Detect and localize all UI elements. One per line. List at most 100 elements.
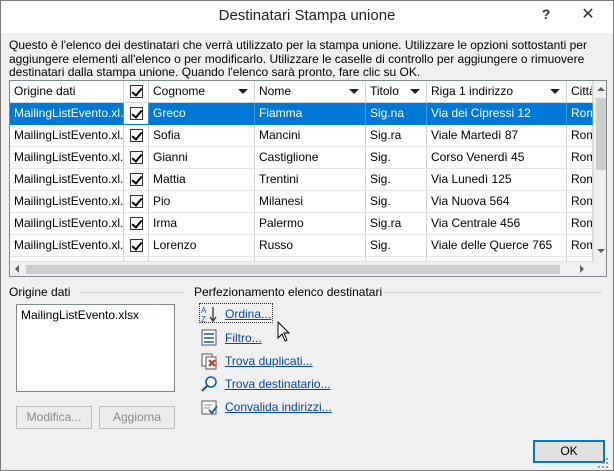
- vertical-scrollbar[interactable]: [593, 81, 606, 261]
- column-header-data-source[interactable]: Origine dati: [10, 81, 124, 103]
- sort-link-item[interactable]: A Z Ordina...: [201, 305, 321, 325]
- find-duplicates-link[interactable]: Trova duplicati...: [225, 354, 313, 368]
- select-all-checkbox[interactable]: [129, 85, 143, 98]
- cell-titolo: Sig.: [366, 147, 427, 169]
- find-duplicates-icon: [201, 353, 217, 370]
- refresh-button[interactable]: Aggiorna: [99, 406, 175, 429]
- column-header-address[interactable]: Riga 1 indirizzo: [427, 81, 567, 103]
- cell-include[interactable]: [124, 191, 149, 213]
- cell-data-source: MailingListEvento.xl...: [10, 191, 124, 213]
- table-row[interactable]: MailingListEvento.xl... Lorenzo Russo Sig. V…: [10, 235, 593, 257]
- column-header-citta[interactable]: Città: [567, 81, 593, 103]
- cell-cognome: Greco: [149, 103, 255, 125]
- cell-include[interactable]: [124, 213, 149, 235]
- cell-nome: Trentini: [255, 169, 366, 191]
- cell-titolo: Sig.ra: [366, 213, 427, 235]
- cell-include[interactable]: [124, 147, 149, 169]
- sort-dropdown-icon[interactable]: [349, 89, 359, 94]
- cell-citta: Rom: [567, 125, 593, 147]
- ok-button[interactable]: OK: [533, 440, 605, 463]
- intro-text: Questo è l'elenco dei destinatari che ve…: [9, 38, 587, 79]
- cell-address: Viale delle Querce 765: [427, 235, 567, 257]
- scroll-thumb[interactable]: [26, 265, 560, 274]
- horizontal-scrollbar[interactable]: [10, 261, 593, 276]
- recipients-grid[interactable]: Origine dati Cognome Nome Titolo Riga 1 …: [9, 80, 607, 277]
- table-row[interactable]: MailingListEvento.xl... Pio Milanesi Sig. Vi…: [10, 191, 593, 213]
- column-header-titolo[interactable]: Titolo: [366, 81, 427, 103]
- scroll-left-icon[interactable]: [15, 265, 19, 273]
- include-checkbox[interactable]: [129, 107, 143, 120]
- include-checkbox[interactable]: [129, 239, 143, 252]
- include-checkbox[interactable]: [129, 173, 143, 186]
- cell-nome: Fiamma: [255, 103, 366, 125]
- column-header-cognome[interactable]: Cognome: [149, 81, 255, 103]
- validate-addresses-link-item[interactable]: Convalida indirizzi...: [201, 398, 351, 418]
- close-button[interactable]: ✕: [565, 1, 611, 31]
- column-header-label: Titolo: [370, 84, 399, 98]
- divider: [384, 292, 602, 293]
- cell-cognome: Irma: [149, 213, 255, 235]
- edit-button[interactable]: Modifica...: [16, 406, 92, 429]
- include-checkbox[interactable]: [129, 129, 143, 142]
- dialog-title: Destinatari Stampa unione: [218, 7, 396, 24]
- column-header-label: Riga 1 indirizzo: [431, 84, 514, 98]
- table-row[interactable]: MailingListEvento.xl... Greco Fiamma Sig.na…: [10, 103, 593, 125]
- table-row[interactable]: MailingListEvento.xl... Mattia Trentini Sig…: [10, 169, 593, 191]
- cell-cognome: Mattia: [149, 169, 255, 191]
- scroll-right-icon[interactable]: [580, 265, 584, 273]
- cell-titolo: Sig.ra: [366, 125, 427, 147]
- cell-address: Viale Martedì 87: [427, 125, 567, 147]
- sort-dropdown-icon[interactable]: [550, 89, 560, 94]
- title-bar: Destinatari Stampa unione ? ✕: [1, 1, 613, 33]
- cell-nome: Palermo: [255, 213, 366, 235]
- filter-link-item[interactable]: Filtro...: [201, 329, 321, 349]
- validate-addresses-link[interactable]: Convalida indirizzi...: [225, 400, 332, 414]
- cell-nome: Mancini: [255, 125, 366, 147]
- filter-link[interactable]: Filtro...: [225, 331, 262, 345]
- cell-include[interactable]: [124, 169, 149, 191]
- cell-citta: Rom: [567, 169, 593, 191]
- column-header-label: Origine dati: [14, 84, 76, 98]
- table-row[interactable]: MailingListEvento.xl... Gianni Castiglione…: [10, 147, 593, 169]
- include-checkbox[interactable]: [129, 195, 143, 208]
- filter-icon: [201, 329, 217, 346]
- include-checkbox[interactable]: [129, 217, 143, 230]
- column-header-select-all[interactable]: [124, 81, 149, 103]
- cell-data-source: MailingListEvento.xl...: [10, 125, 124, 147]
- sort-link[interactable]: Ordina...: [225, 307, 271, 321]
- resize-grip-icon[interactable]: [597, 457, 609, 469]
- cell-data-source: MailingListEvento.xl...: [10, 235, 124, 257]
- scroll-up-icon[interactable]: [597, 87, 605, 91]
- column-header-label: Città: [571, 84, 592, 98]
- cell-address: Via Centrale 456: [427, 213, 567, 235]
- cell-titolo: Sig.na: [366, 103, 427, 125]
- cell-include[interactable]: [124, 103, 149, 125]
- find-recipient-link-item[interactable]: Trova destinatario...: [201, 375, 351, 395]
- column-header-nome[interactable]: Nome: [255, 81, 366, 103]
- cell-titolo: Sig.: [366, 235, 427, 257]
- column-header-label: Nome: [259, 84, 292, 98]
- cell-data-source: MailingListEvento.xl...: [10, 147, 124, 169]
- cell-cognome: Sofia: [149, 125, 255, 147]
- cell-citta: Rom: [567, 235, 593, 257]
- cell-include[interactable]: [124, 125, 149, 147]
- include-checkbox[interactable]: [129, 151, 143, 164]
- sort-dropdown-icon[interactable]: [238, 89, 248, 94]
- svg-text:Z: Z: [201, 315, 206, 323]
- help-button[interactable]: ?: [535, 4, 557, 26]
- cell-citta: Rom: [567, 191, 593, 213]
- sort-dropdown-icon[interactable]: [410, 89, 420, 94]
- scroll-thumb[interactable]: [596, 98, 606, 170]
- scroll-down-icon[interactable]: [597, 249, 605, 253]
- cell-titolo: Sig.: [366, 191, 427, 213]
- table-row[interactable]: MailingListEvento.xl... Irma Palermo Sig.ra…: [10, 213, 593, 235]
- cell-include[interactable]: [124, 235, 149, 257]
- data-source-item[interactable]: MailingListEvento.xlsx: [21, 308, 170, 322]
- cell-nome: Castiglione: [255, 147, 366, 169]
- validate-addresses-icon: [201, 400, 218, 415]
- find-duplicates-link-item[interactable]: Trova duplicati...: [201, 352, 351, 372]
- table-row[interactable]: MailingListEvento.xl... Sofia Mancini Sig.r…: [10, 125, 593, 147]
- cell-address: Corso Venerdì 45: [427, 147, 567, 169]
- data-source-list[interactable]: MailingListEvento.xlsx: [16, 304, 175, 392]
- find-recipient-link[interactable]: Trova destinatario...: [225, 377, 331, 391]
